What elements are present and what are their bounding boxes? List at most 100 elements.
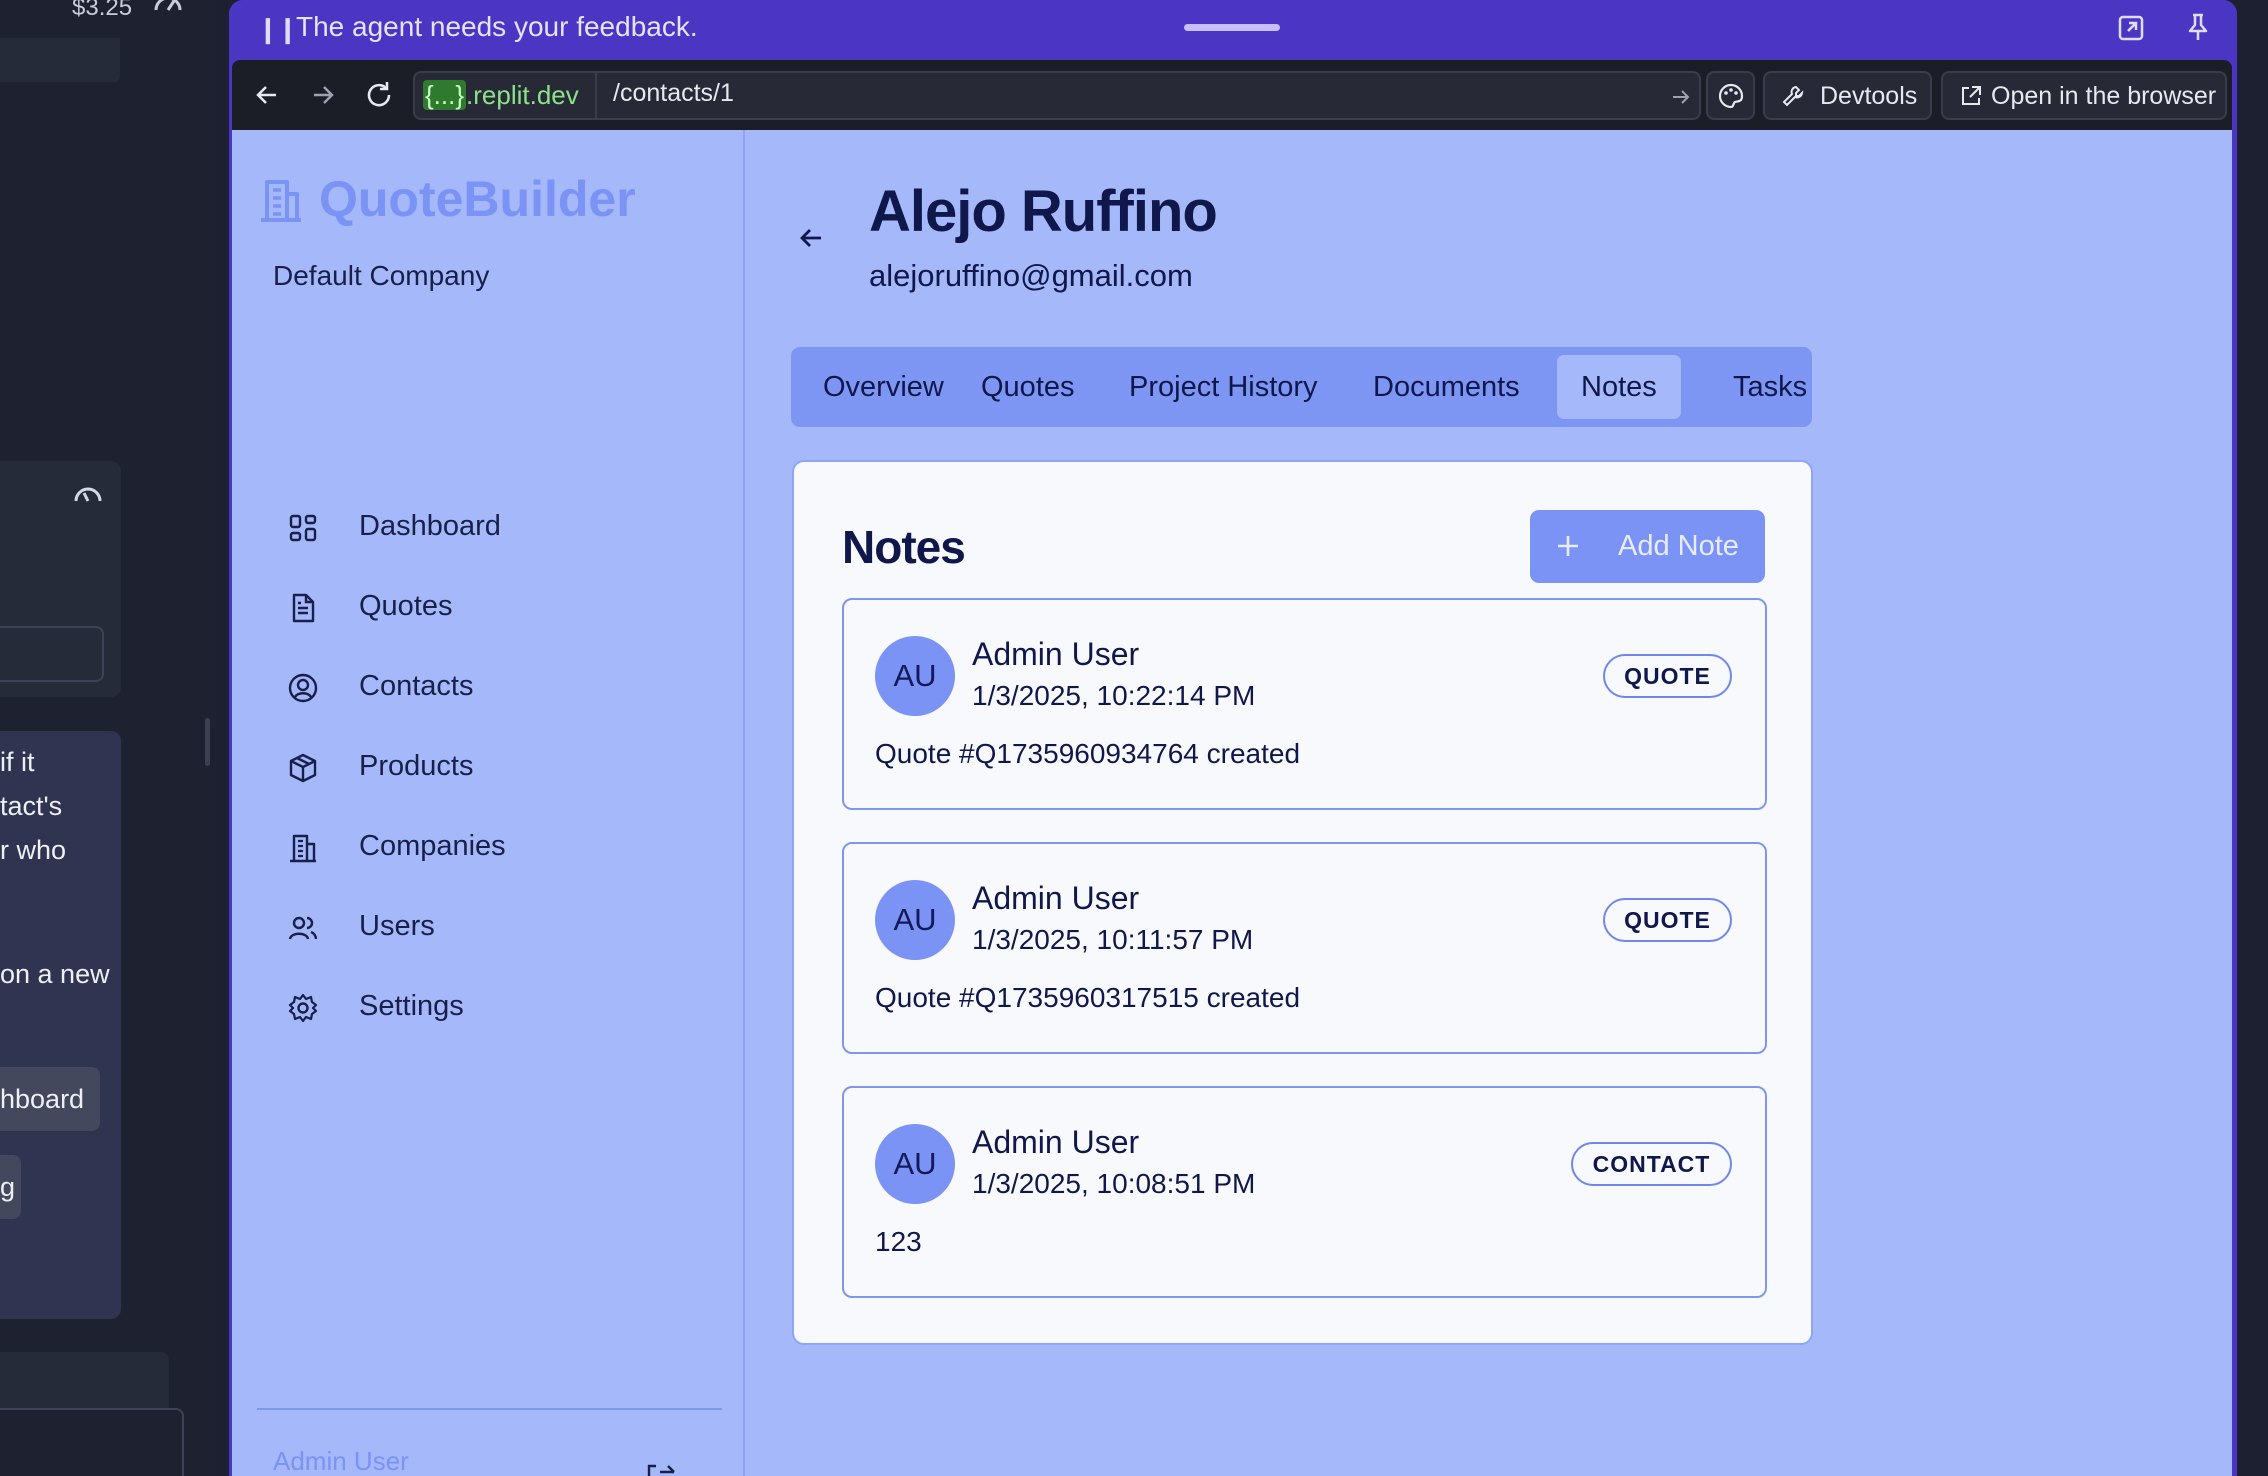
note-body: Quote #Q1735960934764 created (875, 738, 1301, 769)
notes-title: Notes (842, 521, 966, 573)
back-arrow-icon[interactable] (254, 82, 280, 108)
theme-palette-button[interactable] (1706, 71, 1755, 120)
note-timestamp: 1/3/2025, 10:22:14 PM (972, 680, 1256, 711)
quotebuilder-app: QuoteBuilder Default Company Dashboard Q… (232, 130, 2232, 1476)
agent-chat-panel: $3.25 if it tact's r who on a new hboard… (0, 0, 216, 1476)
checkpoint-card (0, 461, 121, 697)
contact-name: Alejo Ruffino (869, 179, 1218, 244)
usage-cost: $3.25 (72, 0, 133, 21)
message-line: r who (0, 835, 67, 865)
pin-icon[interactable] (2184, 12, 2212, 42)
sidebar-item-label: Settings (359, 990, 464, 1022)
sidebar-item-label: Contacts (359, 670, 474, 702)
sidebar-item-dashboard[interactable]: Dashboard (232, 498, 745, 558)
company-name: Default Company (273, 260, 490, 291)
url-path[interactable]: /contacts/1 (613, 79, 734, 108)
user-circle-icon (287, 672, 319, 704)
add-note-button[interactable]: Add Note (1530, 510, 1765, 583)
gauge-icon[interactable] (72, 481, 104, 505)
external-link-icon (1959, 84, 1983, 108)
sidebar-item-contacts[interactable]: Contacts (232, 658, 745, 718)
devtools-button[interactable]: Devtools (1763, 71, 1932, 120)
building-icon (257, 176, 305, 224)
note-timestamp: 1/3/2025, 10:11:57 PM (972, 924, 1254, 955)
sidebar-item-label: Users (359, 910, 435, 942)
popout-icon[interactable] (2117, 14, 2145, 42)
drag-handle[interactable] (1184, 24, 1280, 31)
sidebar-item-users[interactable]: Users (232, 898, 745, 958)
wrench-icon (1781, 84, 1805, 108)
tab-project-history[interactable]: Project History (1105, 355, 1342, 419)
sidebar-item-label: Products (359, 750, 474, 782)
contact-tabs: Overview Quotes Project History Document… (791, 347, 1812, 427)
note-body: Quote #Q1735960317515 created (875, 982, 1301, 1013)
current-user-name: Admin User (273, 1446, 409, 1476)
go-arrow-icon[interactable] (1670, 86, 1692, 108)
file-icon (287, 592, 319, 624)
sidebar-item-label: Companies (359, 830, 506, 862)
dashboard-icon (287, 512, 319, 544)
webview-pane: ❙❙ The agent needs your feedback. {...}.… (229, 0, 2237, 1476)
gauge-icon[interactable] (152, 0, 184, 14)
message-line: on a new (0, 959, 110, 989)
panel-resize-handle[interactable] (205, 718, 210, 766)
chat-toolbar (0, 38, 120, 82)
devtools-label: Devtools (1820, 82, 1918, 110)
open-browser-label: Open in the browser (1991, 82, 2217, 110)
url-domain: {...}.replit.dev (423, 80, 579, 110)
notes-panel: Notes Add Note AU Admin User 1/3/2025, 1… (792, 460, 1813, 1345)
note-author: Admin User (972, 636, 1140, 672)
note-timestamp: 1/3/2025, 10:08:51 PM (972, 1168, 1256, 1199)
palette-icon (1717, 82, 1745, 110)
tab-tasks[interactable]: Tasks (1709, 355, 1831, 419)
tab-documents[interactable]: Documents (1349, 355, 1544, 419)
note-author: Admin User (972, 1124, 1140, 1160)
note-type-badge: QUOTE (1603, 654, 1732, 698)
contact-email: alejoruffino@gmail.com (869, 258, 1193, 293)
sidebar-item-settings[interactable]: Settings (232, 978, 745, 1038)
sidebar-item-label: Quotes (359, 590, 453, 622)
note-type-badge: CONTACT (1571, 1142, 1732, 1186)
reload-icon[interactable] (364, 80, 394, 110)
forward-arrow-icon[interactable] (310, 82, 336, 108)
message-action-button[interactable]: g (0, 1155, 21, 1219)
agent-message: if it tact's r who on a new hboard g (0, 731, 121, 1319)
sidebar-item-quotes[interactable]: Quotes (232, 578, 745, 638)
message-line: if it (0, 747, 35, 777)
chat-status-strip (0, 1352, 169, 1412)
message-line: tact's (0, 791, 63, 821)
users-icon (287, 912, 319, 944)
building-icon (287, 832, 319, 864)
tab-quotes[interactable]: Quotes (957, 355, 1099, 419)
sidebar-item-companies[interactable]: Companies (232, 818, 745, 878)
back-arrow-icon[interactable] (797, 224, 825, 252)
note-body: 123 (875, 1226, 922, 1257)
tab-notes[interactable]: Notes (1557, 355, 1681, 419)
add-note-label: Add Note (1618, 530, 1739, 562)
contact-detail: Alejo Ruffino alejoruffino@gmail.com Ove… (747, 130, 2232, 1476)
logout-icon[interactable] (646, 1462, 676, 1476)
url-input[interactable]: {...}.replit.dev /contacts/1 (413, 71, 1701, 120)
note-card: AU Admin User 1/3/2025, 10:22:14 PM QUOT… (842, 598, 1767, 810)
browser-toolbar: {...}.replit.dev /contacts/1 Devtools Op… (232, 60, 2232, 130)
open-in-browser-button[interactable]: Open in the browser (1941, 71, 2227, 120)
plus-icon (1554, 532, 1582, 560)
url-divider (595, 73, 597, 118)
avatar: AU (875, 880, 955, 960)
sidebar-item-products[interactable]: Products (232, 738, 745, 798)
note-card: AU Admin User 1/3/2025, 10:08:51 PM CONT… (842, 1086, 1767, 1298)
note-type-badge: QUOTE (1603, 898, 1732, 942)
chat-input[interactable] (0, 1408, 184, 1476)
feedback-message: The agent needs your feedback. (296, 11, 698, 42)
avatar: AU (875, 1124, 955, 1204)
gear-icon (287, 992, 319, 1024)
sidebar-divider (257, 1408, 722, 1410)
checkpoint-input[interactable] (0, 626, 104, 682)
tab-overview[interactable]: Overview (799, 355, 968, 419)
note-card: AU Admin User 1/3/2025, 10:11:57 PM QUOT… (842, 842, 1767, 1054)
message-action-button[interactable]: hboard (0, 1067, 100, 1131)
sidebar-item-label: Dashboard (359, 510, 501, 542)
avatar: AU (875, 636, 955, 716)
pause-icon[interactable]: ❙❙ (257, 14, 299, 45)
note-author: Admin User (972, 880, 1140, 916)
